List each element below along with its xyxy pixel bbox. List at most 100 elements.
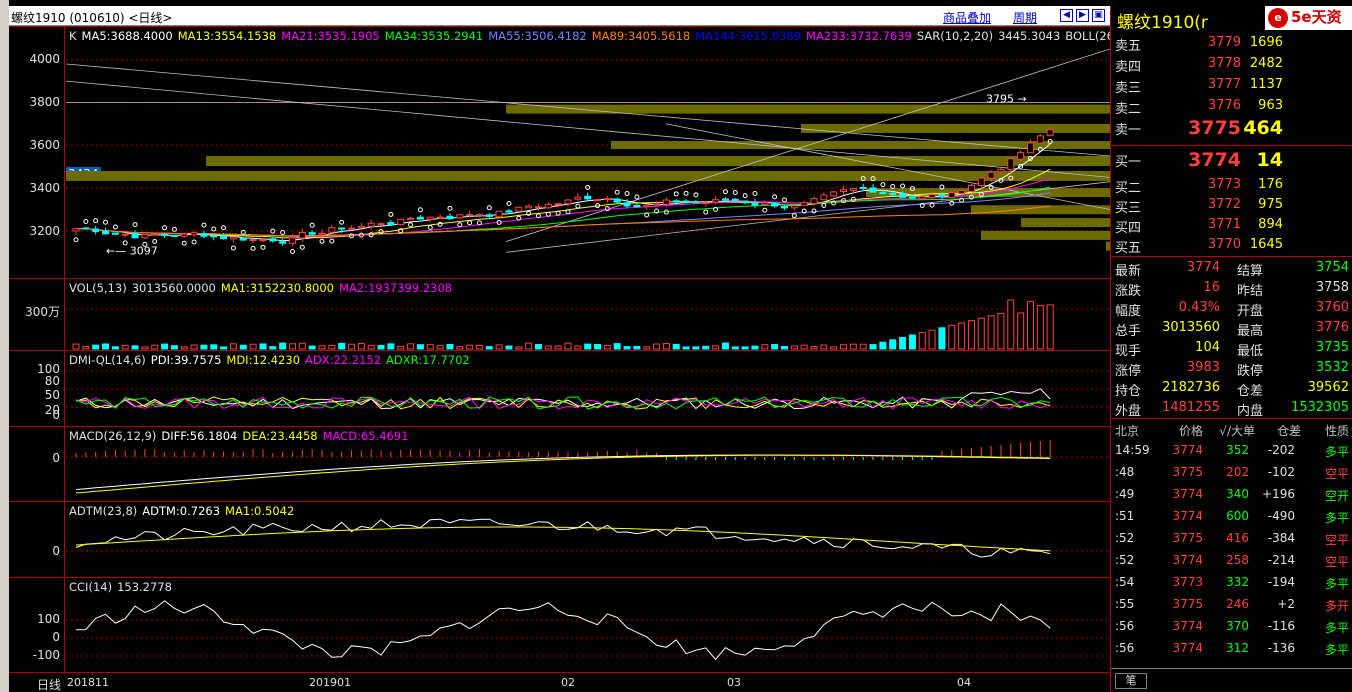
- order-book-row[interactable]: 买五 3770 1645: [1111, 235, 1352, 256]
- candle-body: [741, 200, 749, 204]
- candle-body: [170, 234, 178, 237]
- volume-bar: [161, 343, 169, 350]
- y-tick: 4000: [29, 52, 60, 66]
- tick-cell: 空平: [1324, 555, 1349, 569]
- sar-dot: [83, 219, 89, 225]
- sar-dot: [447, 205, 453, 211]
- volume-bar: [1026, 300, 1034, 350]
- level-price: 3776: [1207, 98, 1241, 113]
- volume-bar: [908, 334, 916, 350]
- volume-bar: [997, 312, 1005, 350]
- y-tick: 100: [37, 612, 60, 626]
- expand-icon[interactable]: ▣: [1092, 9, 1105, 22]
- logo-icon: e: [1268, 8, 1288, 28]
- tick-row: :56 3774 370 -116 多平: [1111, 615, 1352, 637]
- candle-body: [623, 202, 631, 207]
- tick-cell: 3774: [1172, 443, 1203, 457]
- volume-bar: [869, 344, 877, 350]
- tick-cell: :49: [1115, 487, 1135, 501]
- candle-body: [456, 214, 464, 219]
- high-annotation: 3795 →: [986, 93, 1027, 106]
- cci-y-axis: 100 0 -100: [9, 578, 65, 672]
- volume-bar: [672, 343, 680, 350]
- divider: [1111, 145, 1352, 146]
- volume-bar: [170, 345, 178, 350]
- next-arrow-icon[interactable]: ▶: [1076, 9, 1089, 22]
- prev-arrow-icon[interactable]: ◀: [1060, 9, 1073, 22]
- volume-bar: [72, 343, 80, 350]
- quote-label: 外盘: [1115, 404, 1142, 419]
- period-label[interactable]: 日线: [37, 676, 61, 692]
- order-book-row[interactable]: 卖五 3779 1696: [1111, 33, 1352, 54]
- volume-bar: [790, 345, 798, 350]
- adtm-panel[interactable]: 0 ADTM(23,8) ADTM:0.7263 MA1:0.5042: [9, 501, 1110, 577]
- volume-bar: [288, 343, 296, 350]
- level-label: 买三: [1115, 201, 1142, 216]
- candle-body: [987, 171, 995, 179]
- tick-cell: 332: [1226, 575, 1249, 589]
- date-label: 04: [957, 676, 971, 689]
- order-book-row[interactable]: 买二 3773 176: [1111, 175, 1352, 196]
- level-volume: 1137: [1249, 77, 1283, 92]
- tick-cell: 空平: [1324, 533, 1349, 547]
- volume-panel[interactable]: 300万 VOL(5,13) 3013560.0000 MA1:3152230.80…: [9, 278, 1110, 350]
- candle-body: [751, 202, 759, 206]
- order-book-row[interactable]: 卖三 3777 1137: [1111, 75, 1352, 96]
- candle-body: [377, 223, 385, 226]
- volume-bar: [879, 341, 887, 350]
- candle-body: [889, 192, 897, 196]
- tick-cell: 14:59: [1115, 443, 1150, 457]
- main-price-panel[interactable]: 4000 3800 3600 3400 3200 3434 KMA5:3688.…: [9, 26, 1144, 278]
- dmi-lines: [66, 370, 1110, 410]
- tick-row: :55 3775 246 +2 多开: [1111, 593, 1352, 615]
- volume-bar: [830, 346, 838, 350]
- tick-cell: 416: [1226, 531, 1249, 545]
- candle-body: [721, 198, 729, 201]
- volume-bar: [1036, 305, 1044, 350]
- tab-ticks[interactable]: 笔: [1115, 673, 1147, 689]
- candle-body: [830, 191, 838, 197]
- quote-value: 104: [1195, 340, 1220, 355]
- quote-label: 幅度: [1115, 304, 1142, 319]
- sar-dot: [289, 249, 295, 255]
- tick-cell: 多开: [1324, 599, 1349, 613]
- order-book-row[interactable]: 卖二 3776 963: [1111, 96, 1352, 117]
- y-tick: 0: [52, 544, 60, 558]
- order-book-row[interactable]: 买四 3771 894: [1111, 215, 1352, 236]
- tick-cell: 352: [1226, 443, 1249, 457]
- sar-dot: [575, 203, 581, 209]
- macd-panel[interactable]: 0 MACD(26,12,9) DIFF:56.1804 DEA:23.4458 MA…: [9, 426, 1110, 501]
- dmi-panel[interactable]: 100 80 50 20 0 DMI-QL(14,6) PDI:39.7575 MD…: [9, 350, 1110, 426]
- candle-body: [544, 203, 552, 209]
- candle-body: [672, 200, 680, 203]
- order-book-row[interactable]: 卖四 3778 2482: [1111, 54, 1352, 75]
- cci-panel[interactable]: 100 0 -100 CCI(14) 153.2778: [9, 577, 1110, 672]
- tick-cell: -136: [1267, 641, 1295, 655]
- sar-dot: [408, 222, 414, 228]
- tick-cell: 3773: [1172, 575, 1203, 589]
- order-book-row[interactable]: 买三 3772 975: [1111, 195, 1352, 216]
- period-link[interactable]: 周期: [1013, 9, 1037, 26]
- volume-bar: [328, 344, 336, 350]
- sar-dot: [132, 222, 138, 228]
- volume-bar: [780, 346, 788, 350]
- chart-area[interactable]: 4000 3800 3600 3400 3200 3434 KMA5:3688.…: [9, 26, 1144, 672]
- order-book-row[interactable]: 买一 3774 14: [1111, 149, 1352, 171]
- sar-dot: [211, 226, 217, 232]
- level-label: 卖三: [1115, 81, 1142, 96]
- sar-dot: [693, 192, 699, 198]
- candle-body: [574, 196, 582, 200]
- volume-bar: [416, 344, 424, 350]
- sar-dot: [250, 245, 256, 251]
- candle-body: [948, 192, 956, 198]
- tick-cell: :55: [1115, 597, 1135, 611]
- low-annotation: ←— 3097: [106, 244, 158, 257]
- order-book-row[interactable]: 卖一 3775 464: [1111, 117, 1352, 139]
- tick-cell: 多平: [1324, 511, 1349, 525]
- candle-body: [338, 227, 346, 230]
- overlay-commodity-link[interactable]: 商品叠加: [943, 9, 991, 26]
- sar-dot: [260, 244, 266, 250]
- level-label: 买五: [1115, 241, 1142, 256]
- candle-body: [102, 230, 110, 235]
- candle-body: [662, 199, 670, 205]
